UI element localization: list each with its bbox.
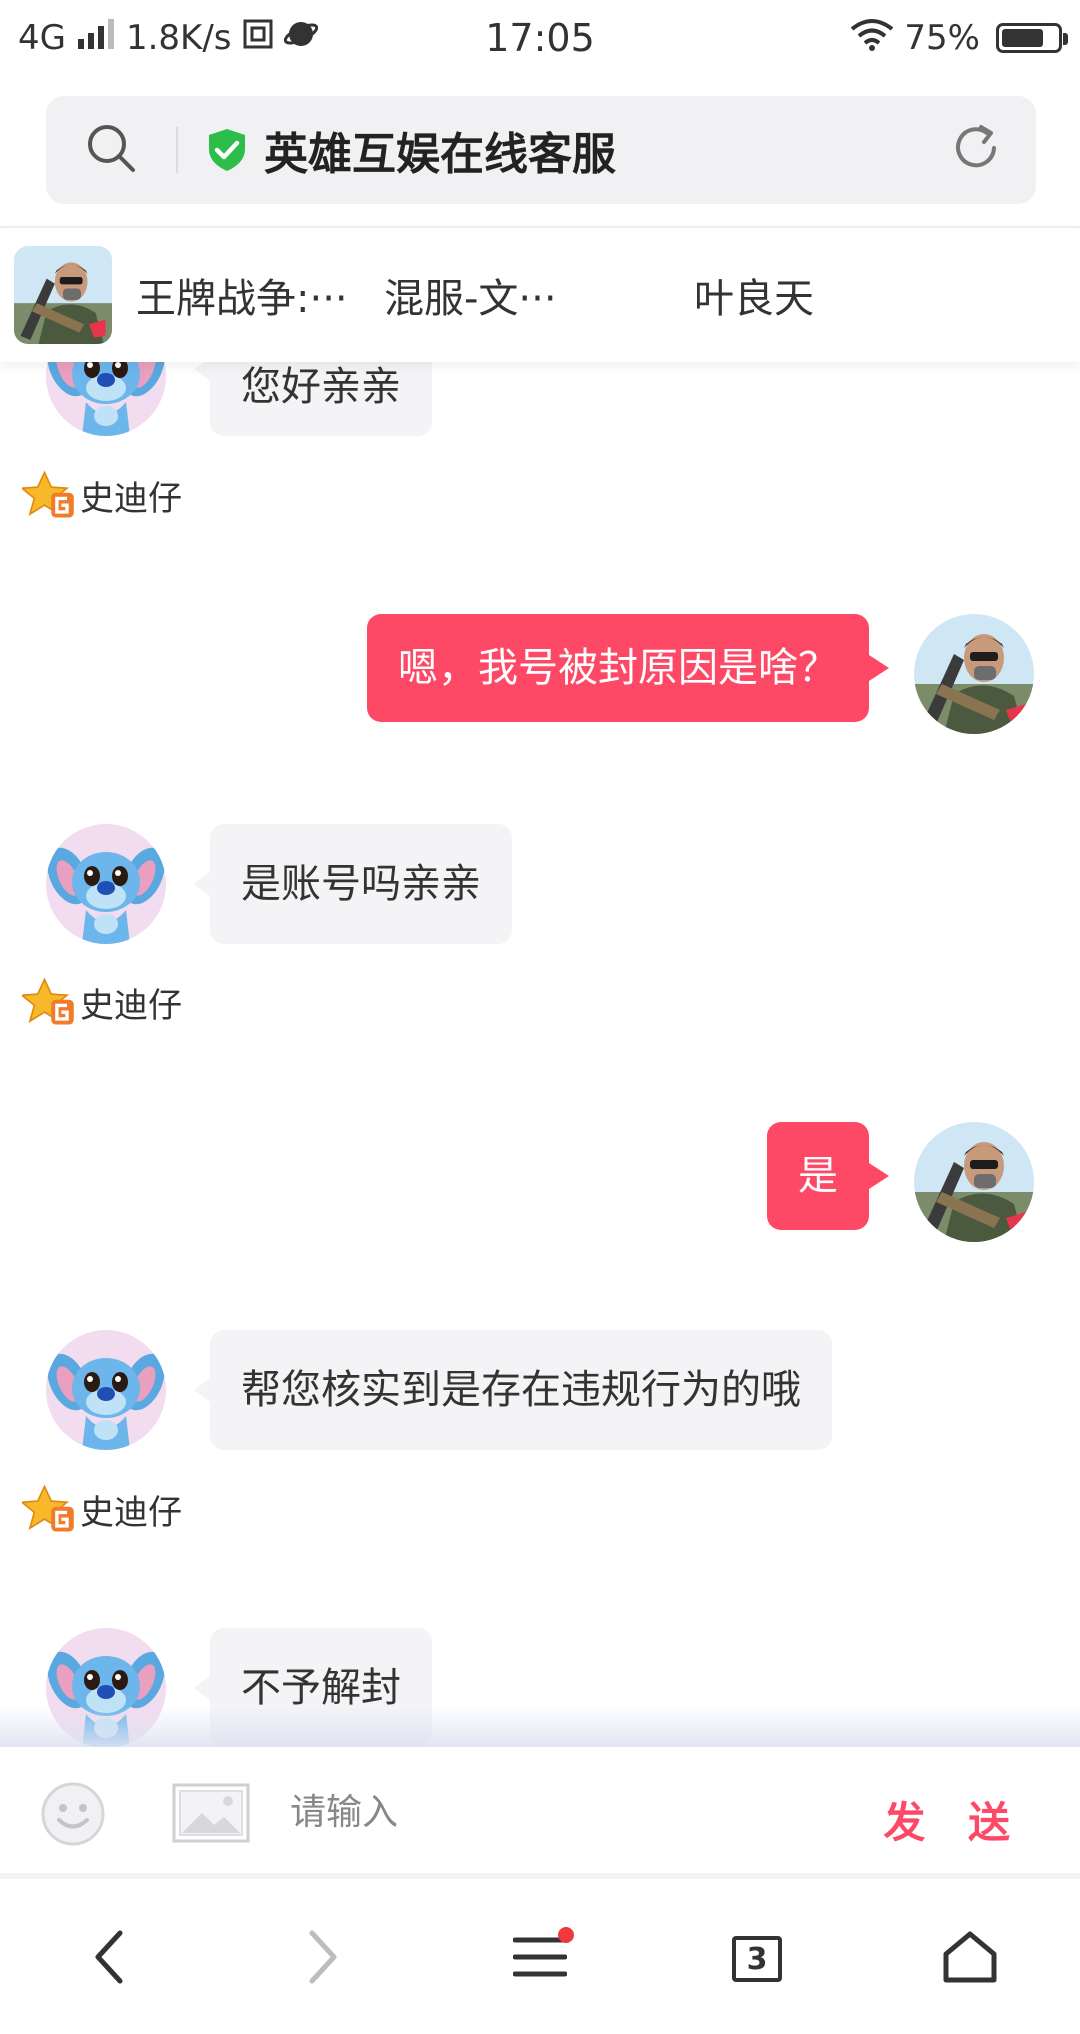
- shield-check-icon: [206, 127, 248, 173]
- tabs-button[interactable]: 3: [717, 1919, 797, 1999]
- status-right: 75%: [850, 17, 1068, 60]
- battery-level: [1002, 29, 1043, 47]
- scroll-fade: [0, 1707, 1080, 1747]
- server-name: 混服-文···: [384, 276, 557, 322]
- home-icon: [942, 1930, 998, 1988]
- battery-icon: [996, 23, 1068, 53]
- wifi-icon: [850, 17, 894, 60]
- image-icon[interactable]: [172, 1783, 250, 1847]
- sender-name: 史迪仔: [80, 478, 182, 519]
- forward-button[interactable]: [282, 1919, 362, 1999]
- notification-dot: [558, 1927, 574, 1943]
- agent-avatar: [46, 362, 166, 436]
- status-bar: 4G 1.8K/s 17:05 75%: [0, 0, 1080, 76]
- chevron-right-icon: [302, 1929, 342, 1989]
- menu-icon: [512, 1934, 568, 1984]
- screen: 4G 1.8K/s 17:05 75% 英雄互娱在线客服 王牌战争:··· 混服…: [0, 0, 1080, 2034]
- game-name: 王牌战争:···: [136, 276, 348, 322]
- sender-name: 史迪仔: [80, 1492, 182, 1533]
- player-name: 叶良天: [694, 276, 814, 322]
- incoming-bubble: 是账号吗亲亲: [194, 824, 512, 944]
- refresh-button[interactable]: [916, 121, 1036, 179]
- game-avatar: [14, 246, 112, 344]
- page-title: 英雄互娱在线客服: [264, 129, 616, 180]
- tab-count: 3: [732, 1936, 782, 1982]
- agent-avatar: [46, 1330, 166, 1450]
- search-icon: [85, 122, 137, 178]
- browser-planet-icon: [283, 17, 318, 60]
- status-left: 4G 1.8K/s: [18, 17, 318, 60]
- network-speed: 1.8K/s: [125, 18, 232, 58]
- user-avatar: [914, 1122, 1034, 1242]
- smiley-face-icon[interactable]: [40, 1781, 106, 1851]
- sim-icon: [242, 18, 274, 59]
- sender-label: 史迪仔: [22, 1484, 182, 1534]
- menu-button[interactable]: [500, 1919, 580, 1999]
- input-bar: 发 送: [0, 1747, 1080, 1879]
- message-list[interactable]: 您好亲亲 史迪仔 嗯，我号被封原因是啥？ 是账号吗亲亲 史迪仔 是 帮您核实到是…: [0, 362, 1080, 1747]
- message-input[interactable]: [290, 1777, 870, 1847]
- sender-label: 史迪仔: [22, 470, 182, 520]
- battery-percent: 75%: [904, 18, 980, 58]
- search-button[interactable]: [46, 122, 176, 178]
- url-divider: [176, 127, 178, 173]
- refresh-icon: [949, 121, 1003, 179]
- browser-nav-bar: 3: [0, 1885, 1080, 2034]
- url-bar[interactable]: 英雄互娱在线客服: [46, 96, 1036, 204]
- send-button[interactable]: 发 送: [883, 1789, 1024, 1850]
- network-type: 4G: [18, 18, 66, 58]
- home-button[interactable]: [930, 1919, 1010, 1999]
- sender-label: 史迪仔: [22, 977, 182, 1027]
- chat-header: 王牌战争:··· 混服-文··· 叶良天: [0, 226, 1080, 362]
- vip-star-badge-icon: [22, 977, 76, 1027]
- vip-star-badge-icon: [22, 470, 76, 520]
- outgoing-bubble: 是: [767, 1122, 889, 1230]
- chevron-left-icon: [90, 1929, 130, 1989]
- user-avatar: [914, 614, 1034, 734]
- incoming-bubble: 您好亲亲: [194, 362, 432, 436]
- signal-icon: [76, 18, 116, 58]
- incoming-bubble: 帮您核实到是存在违规行为的哦: [194, 1330, 832, 1450]
- sender-name: 史迪仔: [80, 985, 182, 1026]
- back-button[interactable]: [70, 1919, 150, 1999]
- agent-avatar: [46, 824, 166, 944]
- vip-star-badge-icon: [22, 1484, 76, 1534]
- outgoing-bubble: 嗯，我号被封原因是啥？: [367, 614, 889, 722]
